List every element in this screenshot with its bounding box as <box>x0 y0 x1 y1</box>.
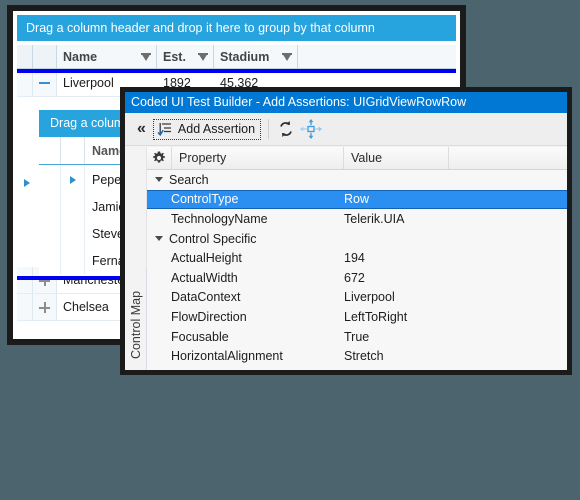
column-header-name-label: Name <box>63 49 98 64</box>
plus-icon <box>39 301 50 313</box>
screenshot-root: Drag a column header and drop it here to… <box>0 0 580 500</box>
row-indicator <box>17 69 33 96</box>
extra-column-header <box>449 147 567 169</box>
property-value-cell: Telerik.UIA <box>344 211 405 226</box>
property-name-cell: ControlType <box>171 192 239 207</box>
drop-indicator-line-top <box>17 69 456 73</box>
property-row-isfocused[interactable]: IsFocused False <box>147 366 567 370</box>
column-header-name[interactable]: Name <box>57 45 157 68</box>
row-indicator <box>17 267 33 293</box>
property-value-cell: 194 <box>344 251 365 266</box>
column-header-est-label: Est. <box>163 49 186 64</box>
child-row-expander[interactable] <box>61 247 85 274</box>
add-assertion-button[interactable]: Add Assertion <box>152 118 262 140</box>
property-name-cell: ActualWidth <box>171 270 238 285</box>
column-header-stadium-label: Stadium <box>220 49 270 64</box>
current-row-indicator-icon <box>24 179 30 187</box>
property-row-focusable[interactable]: Focusable True <box>147 327 567 347</box>
column-header-est[interactable]: Est. <box>157 45 214 68</box>
add-assertion-icon <box>157 122 173 137</box>
child-row-indicator <box>39 220 61 247</box>
child-row-indicator <box>39 166 61 193</box>
child-row-expander[interactable] <box>61 193 85 220</box>
column-header-filler <box>298 45 456 68</box>
property-group-name-cell: Search <box>147 173 344 187</box>
property-grid-rows: Search ControlType Row TechnologyName Te… <box>147 170 567 370</box>
row-indicator-header <box>17 45 33 68</box>
group-drop-panel[interactable]: Drag a column header and drop it here to… <box>17 15 456 41</box>
gear-icon[interactable] <box>147 147 172 169</box>
column-header-stadium[interactable]: Stadium <box>214 45 298 68</box>
child-row-indicator <box>39 193 61 220</box>
grid-column-header-row: Name Est. Stadium <box>17 45 456 69</box>
property-grid: Property Value Search ControlType Row Te… <box>146 147 567 370</box>
property-name-cell: Focusable <box>171 329 229 344</box>
row-indicator <box>17 294 33 320</box>
chevron-double-left-icon[interactable]: « <box>131 120 151 138</box>
expander-triangle-icon[interactable] <box>155 177 163 183</box>
property-grid-header: Property Value <box>147 147 567 170</box>
child-row-indicator <box>39 247 61 274</box>
property-value-cell: Liverpool <box>344 290 395 305</box>
add-assertion-label: Add Assertion <box>177 122 256 136</box>
chevron-right-icon <box>69 175 76 184</box>
property-value-cell: True <box>344 329 370 344</box>
property-group-label: Control Specific <box>169 231 257 246</box>
expander-triangle-icon[interactable] <box>155 236 163 242</box>
minus-icon <box>39 77 50 88</box>
property-group-row[interactable]: Control Specific <box>147 229 567 249</box>
filter-icon[interactable] <box>141 52 151 61</box>
value-column-header[interactable]: Value <box>344 147 449 169</box>
property-value-cell: LeftToRight <box>344 309 408 324</box>
child-row-expander[interactable] <box>61 220 85 247</box>
property-row-datacontext[interactable]: DataContext Liverpool <box>147 288 567 308</box>
property-value-cell: Stretch <box>344 349 384 364</box>
child-row-indicator-header <box>39 137 61 164</box>
property-name-cell: ActualHeight <box>171 251 242 266</box>
property-group-label: Search <box>169 172 209 187</box>
row-expander-toggle[interactable] <box>33 69 57 96</box>
toolbar-separator <box>268 119 270 139</box>
refresh-icon[interactable] <box>276 119 296 139</box>
coded-ui-test-builder-dialog: Coded UI Test Builder - Add Assertions: … <box>120 87 572 375</box>
property-column-header[interactable]: Property <box>172 147 344 169</box>
property-row-actualheight[interactable]: ActualHeight 194 <box>147 248 567 268</box>
filter-icon[interactable] <box>198 52 208 61</box>
property-value-cell: Row <box>344 192 370 207</box>
property-row-controltype[interactable]: ControlType Row <box>147 189 567 210</box>
property-name-cell: DataContext <box>171 290 241 305</box>
expander-header <box>33 45 57 68</box>
property-value-cell: False <box>344 369 567 370</box>
property-group-row[interactable]: Search <box>147 170 567 190</box>
dialog-toolbar: « Add Assertion <box>125 113 567 146</box>
row-expander-toggle[interactable] <box>33 294 57 320</box>
property-name-cell: HorizontalAlignment <box>171 349 283 364</box>
child-row-expander[interactable] <box>61 166 85 193</box>
crosshair-move-icon[interactable] <box>300 119 323 139</box>
control-map-tab-label: Control Map <box>128 290 143 359</box>
property-row-actualwidth[interactable]: ActualWidth 672 <box>147 268 567 288</box>
property-value-cell: 672 <box>344 270 365 285</box>
property-name-cell: IsFocused <box>147 369 344 370</box>
child-expander-header <box>61 137 85 164</box>
control-map-tab[interactable]: Control Map <box>125 268 147 370</box>
filter-icon[interactable] <box>282 52 292 61</box>
property-group-name-cell: Control Specific <box>147 232 344 246</box>
property-row-technologyname[interactable]: TechnologyName Telerik.UIA <box>147 209 567 229</box>
property-name-cell: FlowDirection <box>171 309 247 324</box>
property-row-horizontalalignment[interactable]: HorizontalAlignment Stretch <box>147 346 567 366</box>
dialog-title-bar[interactable]: Coded UI Test Builder - Add Assertions: … <box>125 92 567 113</box>
property-name-cell: TechnologyName <box>171 211 268 226</box>
property-row-flowdirection[interactable]: FlowDirection LeftToRight <box>147 307 567 327</box>
